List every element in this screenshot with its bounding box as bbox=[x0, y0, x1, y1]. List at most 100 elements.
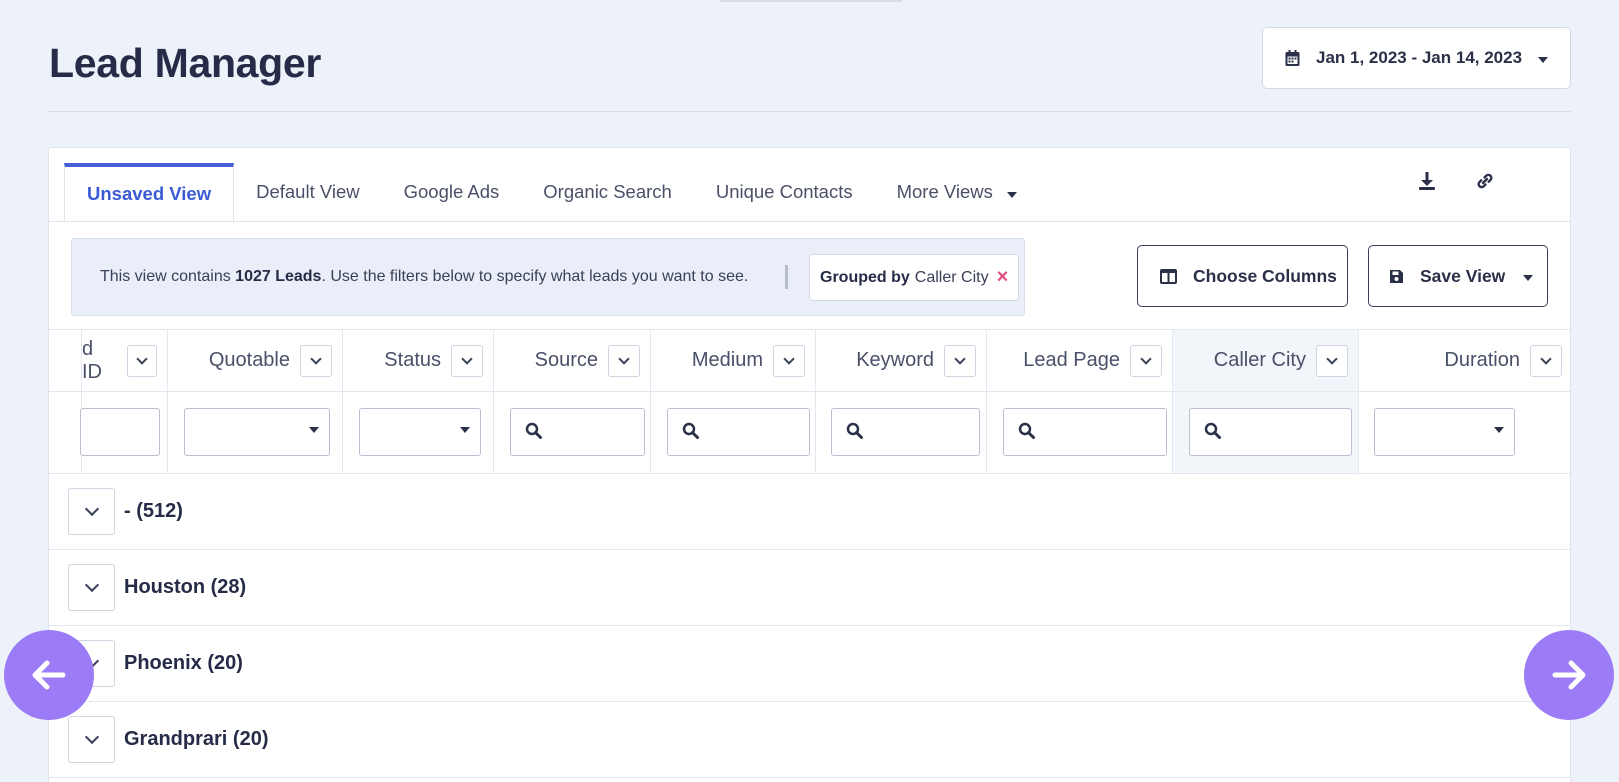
chevron-down-icon bbox=[1523, 275, 1534, 281]
column-header-caller-city: Caller City bbox=[1173, 330, 1359, 391]
group-label: Grandprari (20) bbox=[124, 728, 269, 750]
arrow-right-icon bbox=[1552, 660, 1586, 690]
medium-search-input[interactable] bbox=[667, 408, 810, 456]
filter-cell-lead-id bbox=[80, 392, 168, 473]
filter-cell-source bbox=[494, 392, 651, 473]
filter-cell-duration bbox=[1359, 392, 1570, 473]
divider bbox=[785, 265, 788, 289]
chevron-down-icon bbox=[84, 729, 99, 745]
header-divider bbox=[49, 111, 1571, 112]
quotable-filter-select[interactable] bbox=[184, 408, 330, 456]
filter-cell-caller-city bbox=[1173, 392, 1359, 473]
date-range-label: Jan 1, 2023 - Jan 14, 2023 bbox=[1316, 48, 1523, 67]
group-label: Houston (28) bbox=[124, 576, 247, 598]
chevron-down-icon bbox=[1540, 352, 1552, 365]
column-header-quotable: Quotable bbox=[168, 330, 343, 391]
save-icon bbox=[1390, 269, 1403, 283]
chevron-down-icon bbox=[461, 352, 473, 365]
filter-row bbox=[49, 392, 1570, 474]
top-drag-handle bbox=[720, 0, 902, 2]
column-header-row: d ID Quotable Status Source Medium Keywo… bbox=[49, 329, 1570, 392]
filter-cell-status bbox=[343, 392, 494, 473]
tab-organic-search[interactable]: Organic Search bbox=[521, 163, 694, 221]
group-row: Grandprari (20) bbox=[49, 702, 1570, 778]
page-title: Lead Manager bbox=[49, 40, 322, 86]
scroll-left-button[interactable] bbox=[4, 630, 94, 720]
column-menu-button[interactable] bbox=[773, 344, 805, 377]
column-menu-button[interactable] bbox=[944, 344, 976, 377]
chevron-down-icon bbox=[1326, 352, 1338, 365]
lead-page-search-input[interactable] bbox=[1003, 408, 1167, 456]
column-header-status: Status bbox=[343, 330, 494, 391]
filter-cell-keyword bbox=[816, 392, 987, 473]
tab-unsaved-view[interactable]: Unsaved View bbox=[64, 163, 235, 221]
lead-table-card: Unsaved View Default View Google Ads Org… bbox=[48, 147, 1571, 782]
search-icon bbox=[682, 422, 699, 439]
chevron-down-icon bbox=[136, 352, 148, 365]
chevron-down-icon bbox=[954, 352, 966, 365]
column-menu-button[interactable] bbox=[300, 344, 332, 377]
grouped-by-value: Caller City bbox=[914, 268, 989, 286]
chevron-down-icon bbox=[1538, 57, 1549, 63]
filter-cell-quotable bbox=[168, 392, 343, 473]
row-select-column bbox=[49, 330, 82, 391]
lead-count: 1027 Leads bbox=[235, 268, 322, 285]
calendar-icon bbox=[1285, 50, 1300, 66]
grouped-by-label: Grouped by bbox=[820, 268, 910, 286]
search-icon bbox=[1018, 422, 1035, 439]
link-icon[interactable] bbox=[1474, 170, 1496, 192]
scroll-right-button[interactable] bbox=[1524, 630, 1614, 720]
choose-columns-button[interactable]: Choose Columns bbox=[1137, 245, 1348, 307]
search-icon bbox=[1204, 422, 1221, 439]
view-info-banner: This view contains 1027 Leads. Use the f… bbox=[71, 238, 1025, 316]
column-header-lead-page: Lead Page bbox=[987, 330, 1173, 391]
lead-id-filter-input[interactable] bbox=[80, 408, 160, 456]
column-menu-button[interactable] bbox=[451, 344, 483, 377]
tab-more-views[interactable]: More Views bbox=[875, 163, 1039, 221]
column-menu-button[interactable] bbox=[608, 344, 640, 377]
view-tabs: Unsaved View Default View Google Ads Org… bbox=[64, 163, 1039, 221]
info-text: This view contains 1027 Leads. Use the f… bbox=[100, 268, 749, 285]
duration-filter-select[interactable] bbox=[1374, 408, 1515, 456]
column-header-source: Source bbox=[494, 330, 651, 391]
row-select-filter bbox=[49, 392, 82, 473]
expand-group-button[interactable] bbox=[68, 564, 115, 611]
tabs-divider bbox=[49, 221, 1570, 222]
expand-group-button[interactable] bbox=[68, 716, 115, 763]
chevron-down-icon bbox=[783, 352, 795, 365]
group-label: - (512) bbox=[124, 500, 183, 522]
column-menu-button[interactable] bbox=[1530, 344, 1562, 377]
chevron-down-icon bbox=[1494, 427, 1504, 433]
caller-city-search-input[interactable] bbox=[1189, 408, 1352, 456]
expand-group-button[interactable] bbox=[68, 488, 115, 535]
search-icon bbox=[525, 422, 542, 439]
keyword-search-input[interactable] bbox=[831, 408, 980, 456]
status-filter-select[interactable] bbox=[359, 408, 481, 456]
group-row: - (512) bbox=[49, 474, 1570, 550]
download-icon[interactable] bbox=[1416, 170, 1438, 192]
tab-unique-contacts[interactable]: Unique Contacts bbox=[694, 163, 875, 221]
save-view-button[interactable]: Save View bbox=[1368, 245, 1548, 307]
column-menu-button[interactable] bbox=[126, 344, 157, 377]
column-header-medium: Medium bbox=[651, 330, 816, 391]
filter-cell-lead-page bbox=[987, 392, 1173, 473]
chevron-down-icon bbox=[1140, 352, 1152, 365]
remove-group-icon[interactable]: × bbox=[997, 266, 1009, 289]
chevron-down-icon bbox=[84, 577, 99, 593]
search-icon bbox=[846, 422, 863, 439]
tab-google-ads[interactable]: Google Ads bbox=[382, 163, 522, 221]
chevron-down-icon bbox=[310, 352, 322, 365]
source-search-input[interactable] bbox=[510, 408, 645, 456]
chevron-down-icon bbox=[309, 427, 319, 433]
column-header-lead-id: d ID bbox=[82, 330, 168, 391]
column-header-duration: Duration bbox=[1359, 330, 1570, 391]
tab-default-view[interactable]: Default View bbox=[234, 163, 382, 221]
chevron-down-icon bbox=[618, 352, 630, 365]
arrow-left-icon bbox=[32, 660, 66, 690]
chevron-down-icon bbox=[84, 501, 99, 517]
column-menu-button[interactable] bbox=[1130, 344, 1162, 377]
column-menu-button[interactable] bbox=[1316, 344, 1348, 377]
chevron-down-icon bbox=[460, 427, 470, 433]
date-range-picker[interactable]: Jan 1, 2023 - Jan 14, 2023 bbox=[1262, 27, 1571, 89]
group-label: Phoenix (20) bbox=[124, 652, 243, 674]
